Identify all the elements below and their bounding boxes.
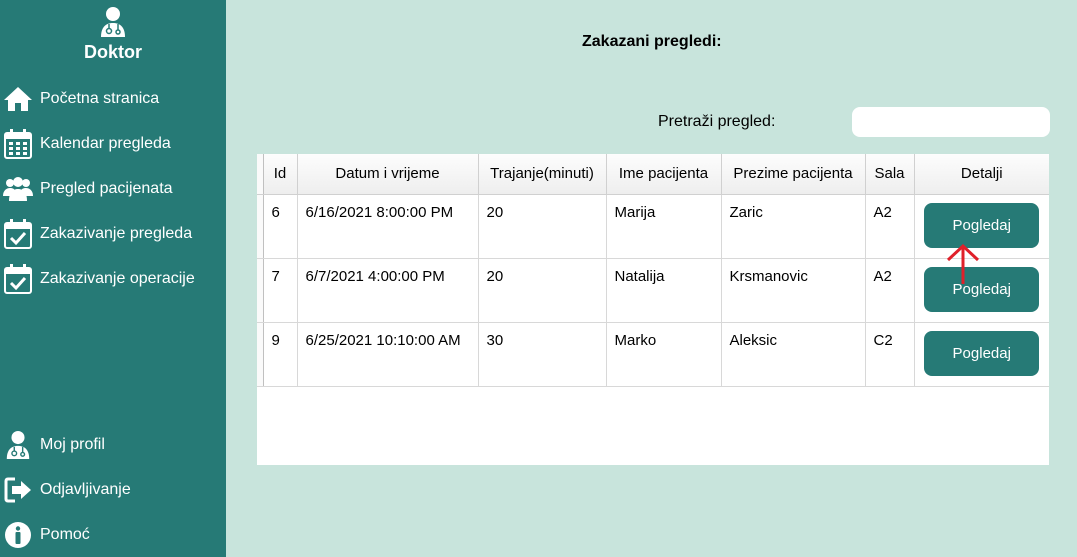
sidebar-item-label: Pomoć — [40, 526, 90, 543]
sidebar-item-schedule-exam[interactable]: Zakazivanje pregleda — [0, 216, 226, 252]
brand-title: Doktor — [84, 42, 142, 62]
search-input[interactable] — [852, 107, 1050, 137]
cell-room: C2 — [865, 322, 915, 387]
cell-date: 6/25/2021 10:10:00 AM — [297, 322, 479, 387]
column-header-details: Detalji — [914, 154, 1049, 195]
cell-date: 6/16/2021 8:00:00 PM — [297, 194, 479, 259]
sidebar-item-home[interactable]: Početna stranica — [0, 81, 226, 117]
home-icon — [2, 83, 34, 115]
view-button[interactable]: Pogledaj — [924, 202, 1040, 248]
column-header-first-name[interactable]: Ime pacijenta — [606, 154, 722, 195]
sidebar-item-help[interactable]: Pomoć — [0, 517, 226, 553]
sidebar: Doktor Početna stranica Kalendar pregled… — [0, 0, 226, 557]
sidebar-item-schedule-operation[interactable]: Zakazivanje operacije — [0, 261, 226, 297]
cell-last-name: Aleksic — [721, 322, 866, 387]
doctor-icon — [101, 7, 125, 37]
view-button[interactable]: Pogledaj — [924, 330, 1040, 376]
logout-icon — [2, 474, 34, 506]
calendar-check-icon — [2, 263, 34, 295]
cell-duration: 20 — [478, 258, 607, 323]
cell-last-name: Zaric — [721, 194, 866, 259]
sidebar-item-profile[interactable]: Moj profil — [0, 427, 226, 463]
cell-duration: 20 — [478, 194, 607, 259]
appointments-table: Id Datum i vrijeme Trajanje(minuti) Ime … — [257, 154, 1049, 465]
sidebar-item-label: Zakazivanje pregleda — [40, 225, 193, 242]
cell-duration: 30 — [478, 322, 607, 387]
cell-details: Pogledaj — [914, 194, 1049, 259]
cell-id: 9 — [263, 322, 298, 387]
sidebar-item-label: Pregled pacijenata — [40, 180, 173, 197]
table-row[interactable]: 9 6/25/2021 10:10:00 AM 30 Marko Aleksic… — [257, 322, 1049, 387]
sidebar-item-label: Moj profil — [40, 436, 105, 453]
calendar-check-icon — [2, 218, 34, 250]
cell-details: Pogledaj — [914, 322, 1049, 387]
sidebar-item-label: Zakazivanje operacije — [40, 270, 195, 287]
calendar-icon — [2, 128, 34, 160]
cell-room: A2 — [865, 194, 915, 259]
sidebar-item-label: Početna stranica — [40, 90, 160, 107]
column-header-date[interactable]: Datum i vrijeme — [297, 154, 479, 195]
search-label: Pretraži pregled: — [658, 113, 776, 130]
main-content: Zakazani pregledi: Pretraži pregled: Id … — [226, 0, 1077, 557]
sidebar-item-label: Kalendar pregleda — [40, 135, 171, 152]
cell-first-name: Natalija — [606, 258, 722, 323]
cell-id: 6 — [263, 194, 298, 259]
column-header-last-name[interactable]: Prezime pacijenta — [721, 154, 866, 195]
column-header-id[interactable]: Id — [263, 154, 298, 195]
cell-last-name: Krsmanovic — [721, 258, 866, 323]
sidebar-item-calendar[interactable]: Kalendar pregleda — [0, 126, 226, 162]
table-row[interactable]: 6 6/16/2021 8:00:00 PM 20 Marija Zaric A… — [257, 194, 1049, 259]
view-button[interactable]: Pogledaj — [924, 266, 1040, 312]
info-icon — [2, 519, 34, 551]
doctor-icon — [2, 429, 34, 461]
sidebar-item-logout[interactable]: Odjavljivanje — [0, 472, 226, 508]
column-header-duration[interactable]: Trajanje(minuti) — [478, 154, 607, 195]
table-row[interactable]: 7 6/7/2021 4:00:00 PM 20 Natalija Krsman… — [257, 258, 1049, 323]
cell-first-name: Marija — [606, 194, 722, 259]
cell-date: 6/7/2021 4:00:00 PM — [297, 258, 479, 323]
cell-details: Pogledaj — [914, 258, 1049, 323]
cell-room: A2 — [865, 258, 915, 323]
sidebar-item-patients[interactable]: Pregled pacijenata — [0, 171, 226, 207]
brand: Doktor — [0, 6, 226, 63]
table-header-row: Id Datum i vrijeme Trajanje(minuti) Ime … — [257, 154, 1049, 195]
cell-first-name: Marko — [606, 322, 722, 387]
patients-icon — [2, 173, 34, 205]
cell-id: 7 — [263, 258, 298, 323]
sidebar-item-label: Odjavljivanje — [40, 481, 131, 498]
page-title: Zakazani pregledi: — [582, 33, 722, 50]
column-header-room[interactable]: Sala — [865, 154, 915, 195]
